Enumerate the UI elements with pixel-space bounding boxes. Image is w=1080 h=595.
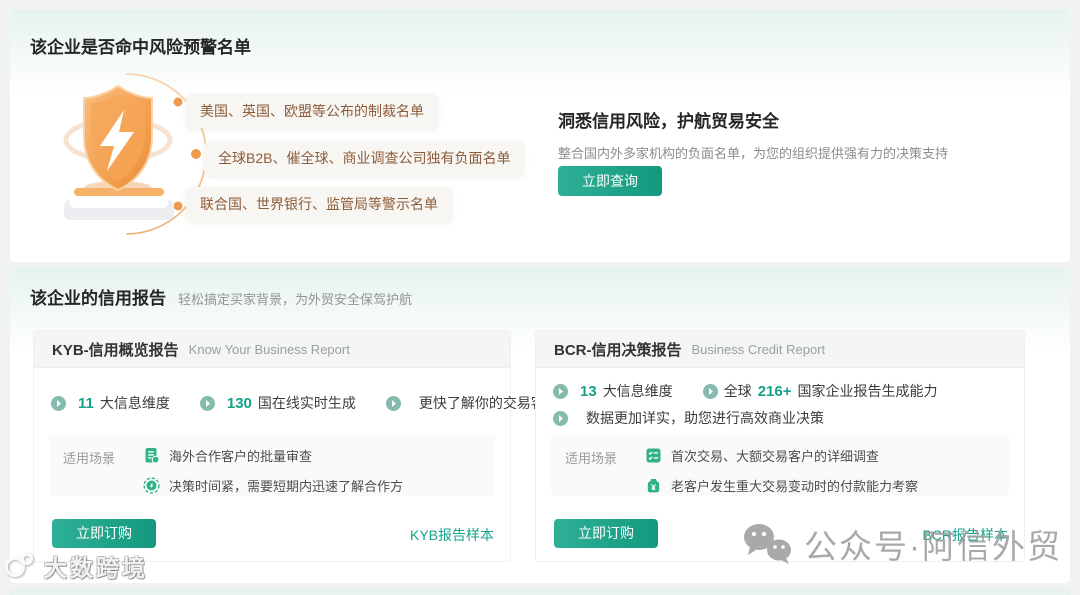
bcr-sample-link[interactable]: BCR报告样本 [922,525,1008,545]
bcr-order-button[interactable]: 立即订购 [554,519,658,548]
checklist-icon [646,448,661,463]
arrow-circle-icon [51,395,66,411]
credit-report-section: 该企业的信用报告 轻松搞定买家背景，为外贸安全保驾护航 KYB-信用概览报告 K… [10,267,1070,583]
arrow-circle-icon [385,395,401,411]
bcr-stat-countries: 全球 216+ 国家企业报告生成能力 [702,381,937,401]
risk-section-title: 该企业是否命中风险预警名单 [30,38,251,57]
report-section-title: 该企业的信用报告 [30,289,166,308]
shield-illustration [30,68,207,248]
money-bag-icon [647,479,660,493]
shield-lightning-icon [63,73,207,235]
kyb-scenario-batch-review: 海外合作客户的批量审查 [143,446,403,465]
query-now-button[interactable]: 立即查询 [558,166,662,196]
kyb-stats: 11 大信息维度 130 国在线实时生成 更快了解你的交易客户 [51,393,559,420]
promo-subtitle: 整合国内外多家机构的负面名单，为您的组织提供强有力的决策支持 [558,146,949,161]
next-section-edge [10,589,1070,595]
arrow-circle-icon [553,410,568,426]
sanction-list-tag: 美国、英国、欧盟等公布的制裁名单 [186,94,438,128]
risk-warning-section: 该企业是否命中风险预警名单 美国、英国、欧盟等公布的制裁名单 全球B2B、催全球… [10,10,1070,262]
bcr-card-header: BCR-信用决策报告 Business Credit Report [536,331,1024,368]
bcr-report-card: BCR-信用决策报告 Business Credit Report 13 大信息维… [535,330,1025,562]
kyb-stat-know-customer: 更快了解你的交易客户 [385,393,559,413]
bcr-scenario-first-trade: 首次交易、大额交易客户的详细调查 [645,446,918,465]
bcr-stat-dimensions: 13 大信息维度 [553,381,673,401]
bcr-title-en: Business Credit Report [691,341,826,357]
warning-list-tag: 联合国、世界银行、监管局等警示名单 [186,187,452,221]
report-section-subtitle: 轻松搞定买家背景，为外贸安全保驾护航 [178,292,413,307]
kyb-stat-countries: 130 国在线实时生成 [199,393,356,413]
kyb-sample-link[interactable]: KYB报告样本 [410,525,494,545]
arrow-circle-icon [199,395,215,411]
arrow-circle-icon [702,383,718,399]
bcr-scenario-payment-ability: 老客户发生重大交易变动时的付款能力考察 [645,476,918,495]
arrow-circle-icon [553,383,568,399]
kyb-scenario-label: 适用场景 [63,451,116,466]
kyb-report-card: KYB-信用概览报告 Know Your Business Report 11 大… [33,330,559,562]
promo-title: 洞悉信用风险，护航贸易安全 [558,112,779,131]
kyb-stat-dimensions: 11 大信息维度 [51,393,170,413]
report-title-row: 该企业的信用报告 轻松搞定买家背景，为外贸安全保驾护航 [30,284,412,309]
bcr-stats: 13 大信息维度 全球 216+ 国家企业报告生成能力 数据更加详实，助您进行高效商业… [553,381,1014,435]
kyb-title-cn: KYB-信用概览报告 [52,341,179,359]
target-lightning-icon [143,477,160,494]
kyb-card-header: KYB-信用概览报告 Know Your Business Report [34,331,510,368]
bcr-stat-detailed-data: 数据更加详实，助您进行高效商业决策 [553,408,824,428]
document-check-icon [145,448,160,464]
bcr-scenario-box: 适用场景 首次交易、大额交易客户的详细调查 老客户发生重大交易变动时的付款能力考… [551,435,1009,496]
kyb-title-en: Know Your Business Report [188,341,350,357]
kyb-order-button[interactable]: 立即订购 [52,519,156,548]
bcr-scenario-label: 适用场景 [565,451,618,466]
negative-list-tag: 全球B2B、催全球、商业调查公司独有负面名单 [204,141,525,175]
bcr-title-cn: BCR-信用决策报告 [554,341,682,359]
kyb-scenario-box: 适用场景 海外合作客户的批量审查 决策时间紧，需要短期内迅速了解合作方 [49,435,495,496]
kyb-scenario-fast-decision: 决策时间紧，需要短期内迅速了解合作方 [143,476,403,495]
